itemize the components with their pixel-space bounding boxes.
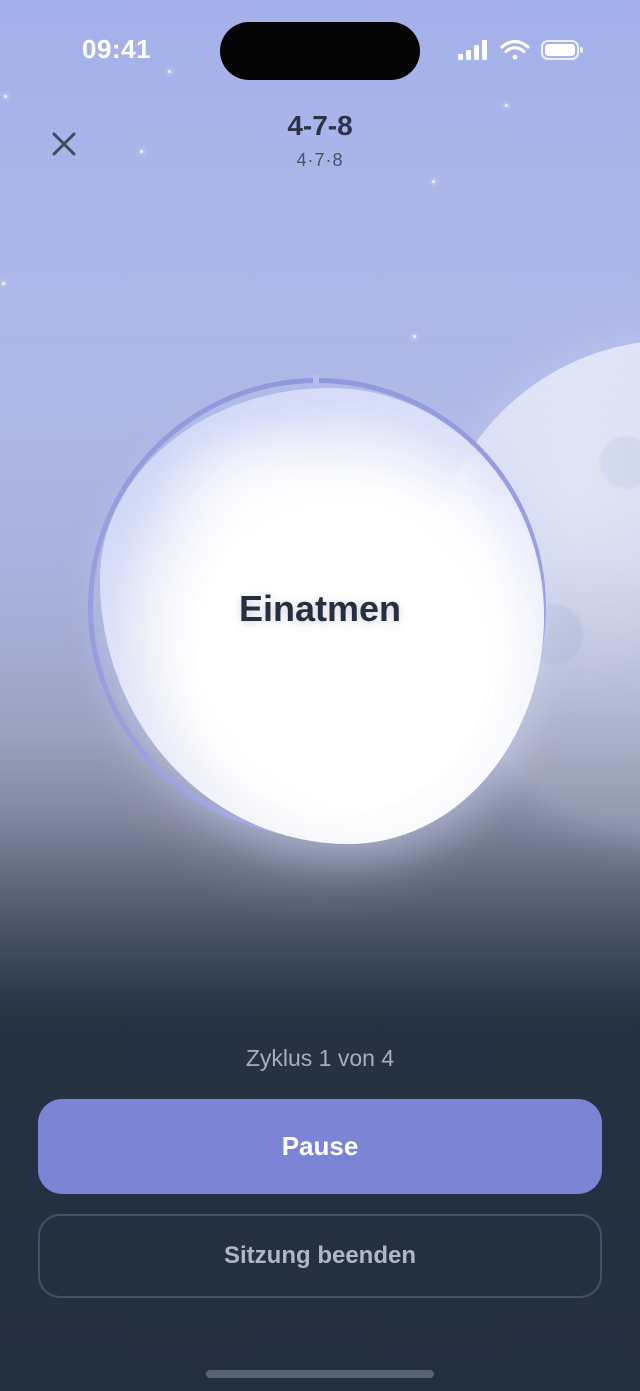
star-decoration: [140, 150, 143, 153]
page-title: 4-7-8: [287, 110, 353, 141]
cellular-signal-icon: [458, 40, 487, 60]
breathing-phase-label: Einatmen: [238, 588, 402, 629]
dynamic-island: [220, 22, 420, 80]
end-session-button[interactable]: Sitzung beenden: [38, 1214, 602, 1298]
breathing-session-screen: 09:41 4-7-8 4·7·8 Einatmen Zyklus 1 von …: [0, 0, 640, 1391]
battery-icon: [541, 40, 583, 60]
star-decoration: [432, 180, 435, 183]
status-icons: [458, 38, 584, 64]
bubble-highlight: [150, 410, 350, 580]
status-time: 09:41: [82, 34, 151, 64]
star-decoration: [2, 282, 5, 285]
cycle-counter: Zyklus 1 von 4: [245, 1045, 395, 1071]
page-subtitle: 4·7·8: [296, 150, 344, 170]
star-decoration: [505, 104, 508, 107]
close-icon: [52, 132, 76, 156]
star-decoration: [413, 335, 416, 338]
status-bar: 09:41: [0, 0, 640, 100]
pause-button[interactable]: Pause: [38, 1099, 602, 1194]
wifi-icon: [500, 39, 530, 60]
close-button[interactable]: [40, 120, 88, 168]
progress-ring-gap: [313, 375, 319, 385]
home-indicator[interactable]: [206, 1370, 434, 1378]
